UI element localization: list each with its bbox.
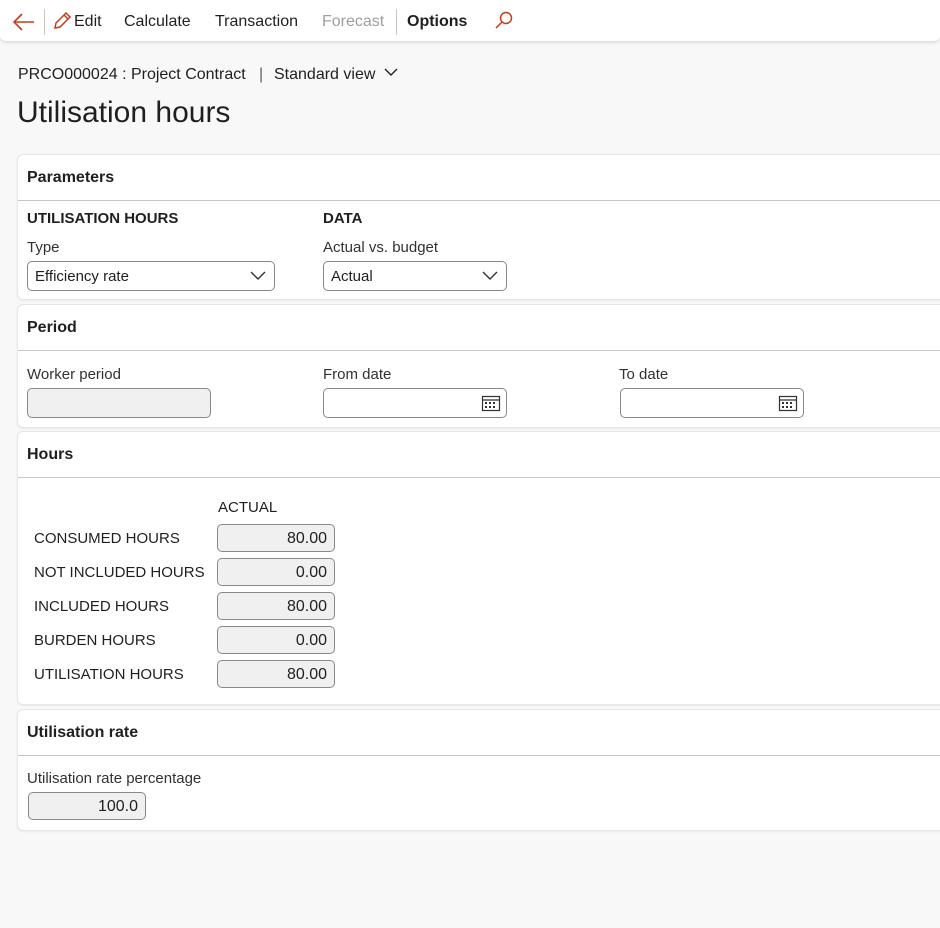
actual-column-header: ACTUAL [218,499,278,516]
consumed-hours-value: 80.00 [286,530,327,547]
utilisation-rate-title: Utilisation rate [27,724,139,741]
from-date-input[interactable] [323,388,507,418]
type-label: Type [27,239,60,256]
actual-vs-budget-label: Actual vs. budget [323,239,439,256]
utilisation-rate-percentage-value: 100.0 [97,798,138,815]
hours-header[interactable]: Hours [18,432,940,478]
transaction-button[interactable]: Transaction [215,0,298,42]
edit-button[interactable]: Edit [74,0,102,42]
burden-hours-value: 0.00 [295,632,327,649]
action-bar: Edit Calculate Transaction Forecast Opti… [0,0,940,42]
utilisation-rate-section: Utilisation rate Utilisation rate percen… [17,709,940,831]
view-selector-label: Standard view [274,66,376,83]
not-included-hours-label: NOT INCLUDED HOURS [34,564,205,581]
from-date-label: From date [323,366,392,383]
parameters-title: Parameters [27,169,115,186]
chevron-down-icon [384,68,398,76]
worker-period-label: Worker period [27,366,121,383]
calendar-icon[interactable] [481,394,501,412]
back-arrow-icon[interactable] [12,12,36,37]
options-button[interactable]: Options [407,0,467,42]
period-section: Period Worker period From date To date [17,304,940,428]
hours-section: Hours ACTUAL CONSUMED HOURS 80.00 NOT IN… [17,431,940,705]
consumed-hours-label: CONSUMED HOURS [34,530,180,547]
included-hours-value: 80.00 [286,598,327,615]
consumed-hours-field: 80.00 [217,524,335,552]
hours-title: Hours [27,446,74,463]
period-title: Period [27,319,77,336]
pencil-icon [52,11,72,36]
chevron-down-icon [482,271,498,280]
utilisation-hours-group-title: UTILISATION HOURS [27,210,179,227]
parameters-header[interactable]: Parameters [18,155,940,201]
data-group-title: DATA [323,210,363,227]
worker-period-field[interactable] [27,388,211,418]
forecast-button[interactable]: Forecast [322,0,384,42]
utilisation-rate-header[interactable]: Utilisation rate [18,710,940,756]
included-hours-field: 80.00 [217,592,335,620]
burden-hours-field: 0.00 [217,626,335,654]
utilisation-rate-percentage-field: 100.0 [28,792,146,820]
burden-hours-label: BURDEN HOURS [34,632,156,649]
page-title: Utilisation hours [17,96,231,129]
view-selector[interactable]: Standard view [274,66,398,84]
utilisation-hours-label: UTILISATION HOURS [34,666,184,683]
utilisation-hours-field: 80.00 [217,660,335,688]
breadcrumb: PRCO000024 : Project Contract [18,66,246,83]
calculate-button[interactable]: Calculate [124,0,191,42]
type-dropdown[interactable]: Efficiency rate [27,261,275,291]
parameters-section: Parameters UTILISATION HOURS Type Effici… [17,154,940,300]
utilisation-rate-percentage-label: Utilisation rate percentage [27,770,202,787]
included-hours-label: INCLUDED HOURS [34,598,170,615]
to-date-label: To date [619,366,669,383]
calendar-icon[interactable] [778,394,798,412]
search-icon[interactable] [494,10,514,35]
to-date-input[interactable] [620,388,804,418]
not-included-hours-field: 0.00 [217,558,335,586]
chevron-down-icon [250,271,266,280]
toolbar-divider [44,9,45,35]
actual-vs-budget-value: Actual [331,268,373,285]
toolbar-divider [396,9,397,35]
actual-vs-budget-dropdown[interactable]: Actual [323,261,507,291]
utilisation-hours-value: 80.00 [286,666,327,683]
not-included-hours-value: 0.00 [295,564,327,581]
breadcrumb-separator: | [259,66,264,83]
type-value: Efficiency rate [35,268,129,285]
period-header[interactable]: Period [18,305,940,351]
